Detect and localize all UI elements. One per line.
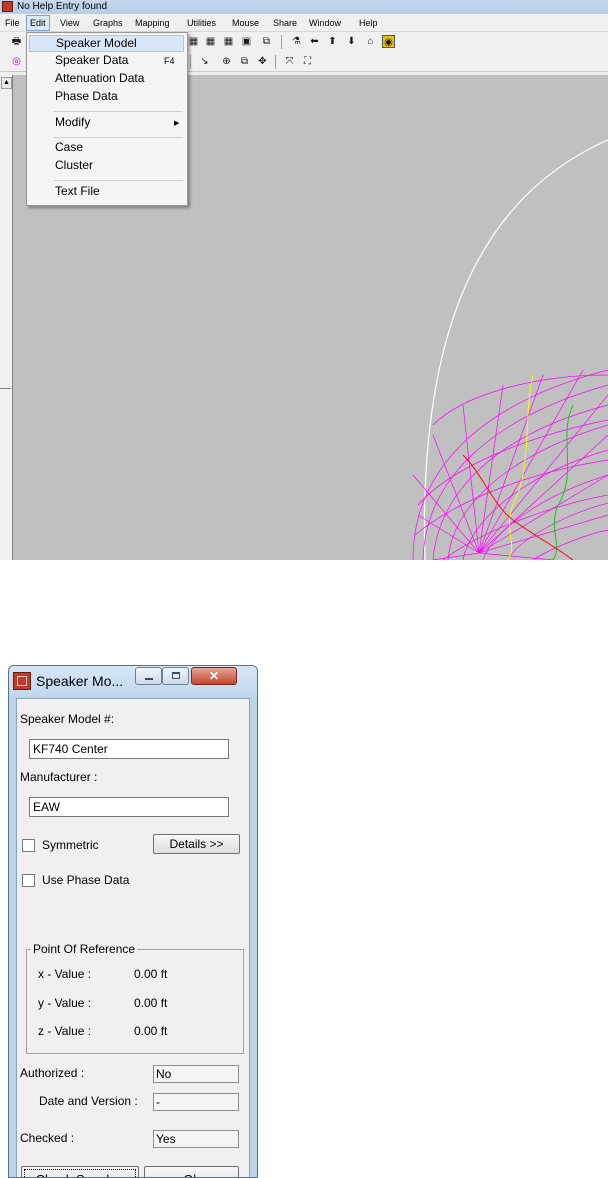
date-version-value: - bbox=[153, 1093, 239, 1111]
polar-icon[interactable]: ◎ bbox=[10, 55, 23, 68]
point-of-reference-group: Point Of Reference x - Value : 0.00 ft y… bbox=[26, 942, 244, 1054]
scroll-up-button[interactable]: ▲ bbox=[1, 77, 12, 89]
copy-view-icon[interactable]: ⧉ bbox=[260, 35, 273, 48]
menu-utilities[interactable]: Utilities bbox=[184, 16, 219, 30]
menu-item-attenuation-data[interactable]: Attenuation Data bbox=[29, 71, 184, 88]
menu-separator bbox=[53, 180, 183, 181]
menu-item-case[interactable]: Case bbox=[29, 140, 184, 157]
menu-item-speaker-model[interactable]: Speaker Model bbox=[29, 35, 184, 52]
toolbar-separator bbox=[281, 35, 282, 49]
layout-split-icon[interactable]: ▦ bbox=[204, 35, 217, 48]
side-panel: ▲ bbox=[0, 75, 13, 560]
title-bar: No Help Entry found bbox=[0, 0, 608, 14]
edit-menu-dropdown: Speaker Model Speaker Data F4 Attenuatio… bbox=[26, 32, 188, 206]
menu-item-text-file[interactable]: Text File bbox=[29, 184, 184, 201]
authorized-label: Authorized : bbox=[20, 1066, 85, 1080]
submenu-arrow-icon: ▶ bbox=[174, 120, 180, 127]
manufacturer-field[interactable]: EAW bbox=[29, 797, 229, 817]
app-logo-icon bbox=[2, 1, 13, 12]
point-of-reference-title: Point Of Reference bbox=[31, 942, 138, 957]
manufacturer-label: Manufacturer : bbox=[20, 770, 98, 784]
menu-separator bbox=[53, 111, 183, 112]
zoom-window-icon[interactable]: ⛶ bbox=[301, 55, 314, 68]
check-speaker-button[interactable]: Check Speaker bbox=[21, 1166, 139, 1177]
menu-help[interactable]: Help bbox=[356, 16, 381, 30]
dialog-title-bar[interactable]: Speaker Mo... ✕ bbox=[9, 666, 257, 696]
window-title: No Help Entry found bbox=[17, 1, 108, 12]
menu-view[interactable]: View bbox=[57, 16, 82, 30]
maximize-button[interactable] bbox=[162, 667, 189, 685]
layout-grid-icon[interactable]: ▦ bbox=[187, 35, 200, 48]
ok-button[interactable]: Ok bbox=[144, 1166, 239, 1177]
rotate-view-icon[interactable]: ⧉ bbox=[238, 55, 251, 68]
use-phase-data-label: Use Phase Data bbox=[42, 873, 130, 887]
symmetric-checkbox[interactable] bbox=[22, 839, 35, 852]
panel-divider bbox=[0, 388, 11, 389]
dialog-title: Speaker Mo... bbox=[36, 673, 124, 689]
layout-quad-icon[interactable]: ▦ bbox=[222, 35, 235, 48]
minimize-button[interactable] bbox=[135, 667, 162, 685]
close-icon: ✕ bbox=[208, 669, 220, 683]
dialog-body: Speaker Model #: KF740 Center Manufactur… bbox=[16, 698, 250, 1177]
symmetric-label: Symmetric bbox=[42, 838, 99, 852]
shortcut-label: F4 bbox=[164, 56, 175, 66]
minimize-icon bbox=[145, 678, 153, 680]
arrow-up-icon[interactable]: ⬆ bbox=[326, 35, 339, 48]
menu-bar: File Edit View Graphs Mapping Utilities … bbox=[0, 15, 608, 32]
maximize-icon bbox=[172, 672, 180, 679]
aim-line-icon[interactable]: ↘ bbox=[198, 55, 211, 68]
zoom-extents-icon[interactable]: ⤧ bbox=[283, 55, 296, 68]
y-value: 0.00 ft bbox=[134, 996, 168, 1010]
menu-separator bbox=[53, 137, 183, 138]
print-icon[interactable]: 🖶 bbox=[10, 35, 23, 48]
date-version-label: Date and Version : bbox=[39, 1094, 138, 1108]
menu-item-phase-data[interactable]: Phase Data bbox=[29, 89, 184, 106]
use-phase-data-checkbox[interactable] bbox=[22, 874, 35, 887]
menu-mapping[interactable]: Mapping bbox=[132, 16, 173, 30]
speaker-model-label: Speaker Model #: bbox=[20, 712, 115, 726]
menu-item-modify[interactable]: Modify ▶ bbox=[29, 115, 184, 132]
home-icon[interactable]: ⌂ bbox=[364, 35, 377, 48]
move-icon[interactable]: ✥ bbox=[256, 55, 269, 68]
menu-graphs[interactable]: Graphs bbox=[90, 16, 126, 30]
menu-mouse[interactable]: Mouse bbox=[229, 16, 262, 30]
menu-edit[interactable]: Edit bbox=[26, 15, 50, 31]
details-button[interactable]: Details >> bbox=[153, 834, 240, 854]
arrow-down-icon[interactable]: ⬇ bbox=[345, 35, 358, 48]
layout-frame-icon[interactable]: ▣ bbox=[240, 35, 253, 48]
authorized-value: No bbox=[153, 1065, 239, 1083]
app-window: No Help Entry found File Edit View Graph… bbox=[0, 0, 608, 560]
app-logo-icon bbox=[13, 672, 31, 690]
close-button[interactable]: ✕ bbox=[191, 667, 237, 685]
menu-item-speaker-data[interactable]: Speaker Data F4 bbox=[29, 53, 184, 70]
target-icon[interactable]: ◉ bbox=[382, 35, 395, 48]
menu-window[interactable]: Window bbox=[306, 16, 344, 30]
toolbar-separator bbox=[275, 55, 276, 69]
speaker-model-field[interactable]: KF740 Center bbox=[29, 739, 229, 759]
balloon-wireframe bbox=[412, 369, 608, 560]
x-value-label: x - Value : bbox=[38, 967, 92, 981]
menu-share[interactable]: Share bbox=[270, 16, 300, 30]
arrow-left-icon[interactable]: ⬅ bbox=[308, 35, 321, 48]
crosshair-icon[interactable]: ⊕ bbox=[220, 55, 233, 68]
menu-file[interactable]: File bbox=[2, 16, 23, 30]
z-value-label: z - Value : bbox=[38, 1024, 92, 1038]
z-value: 0.00 ft bbox=[134, 1024, 168, 1038]
checked-value: Yes bbox=[153, 1130, 239, 1148]
menu-item-cluster[interactable]: Cluster bbox=[29, 158, 184, 175]
speaker-model-dialog: Speaker Mo... ✕ Speaker Model #: KF740 C… bbox=[8, 665, 258, 1178]
checked-label: Checked : bbox=[20, 1131, 75, 1145]
tree-icon[interactable]: ⚗ bbox=[290, 35, 303, 48]
x-value: 0.00 ft bbox=[134, 967, 168, 981]
toolbar-separator bbox=[190, 55, 191, 69]
y-value-label: y - Value : bbox=[38, 996, 92, 1010]
